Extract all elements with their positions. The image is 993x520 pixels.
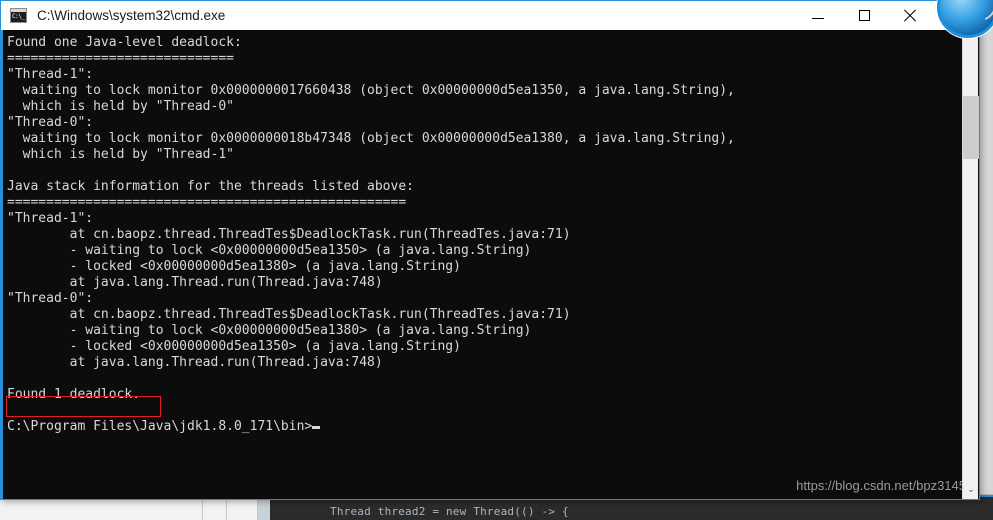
window-titlebar[interactable]: C:\Windows\system32\cmd.exe	[1, 1, 979, 30]
scroll-down-icon[interactable]: ⌄	[963, 482, 979, 499]
ide-code-text: Thread thread2 = new Thread(() -> {	[330, 505, 569, 518]
console-output-body: Found one Java-level deadlock: =========…	[7, 35, 735, 402]
desktop-background: Thread thread2 = new Thread(() -> { C:\W…	[0, 0, 993, 519]
console-cursor	[312, 426, 320, 429]
cmd-window[interactable]: C:\Windows\system32\cmd.exe Found one Ja…	[0, 0, 980, 500]
window-title: C:\Windows\system32\cmd.exe	[37, 8, 225, 23]
maximize-icon	[859, 10, 870, 21]
maximize-button[interactable]	[841, 1, 887, 30]
cmd-app-icon	[10, 8, 27, 23]
minimize-icon	[812, 18, 824, 19]
window-left-border	[1, 30, 3, 499]
watermark-text: https://blog.csdn.net/bpz3145	[796, 478, 966, 493]
minimize-button[interactable]	[795, 1, 841, 30]
console-output-area[interactable]: Found one Java-level deadlock: =========…	[2, 30, 980, 499]
close-button[interactable]	[887, 1, 933, 30]
close-icon	[903, 9, 917, 23]
vertical-scrollbar[interactable]: ⌃ ⌄	[962, 30, 978, 499]
console-text: Found one Java-level deadlock: =========…	[7, 35, 735, 435]
console-prompt: C:\Program Files\Java\jdk1.8.0_171\bin>	[7, 419, 312, 434]
scrollbar-thumb[interactable]	[963, 96, 979, 159]
ide-code-line: Thread thread2 = new Thread(() -> {	[330, 505, 569, 518]
